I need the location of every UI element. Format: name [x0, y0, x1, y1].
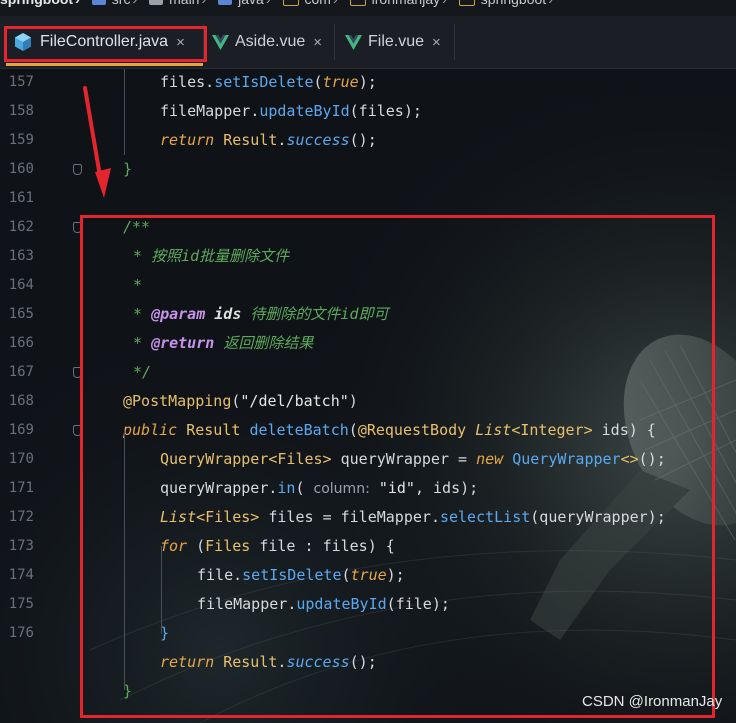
annotation-arrow [83, 86, 111, 198]
watermark: CSDN @IronmanJay [582, 693, 723, 710]
